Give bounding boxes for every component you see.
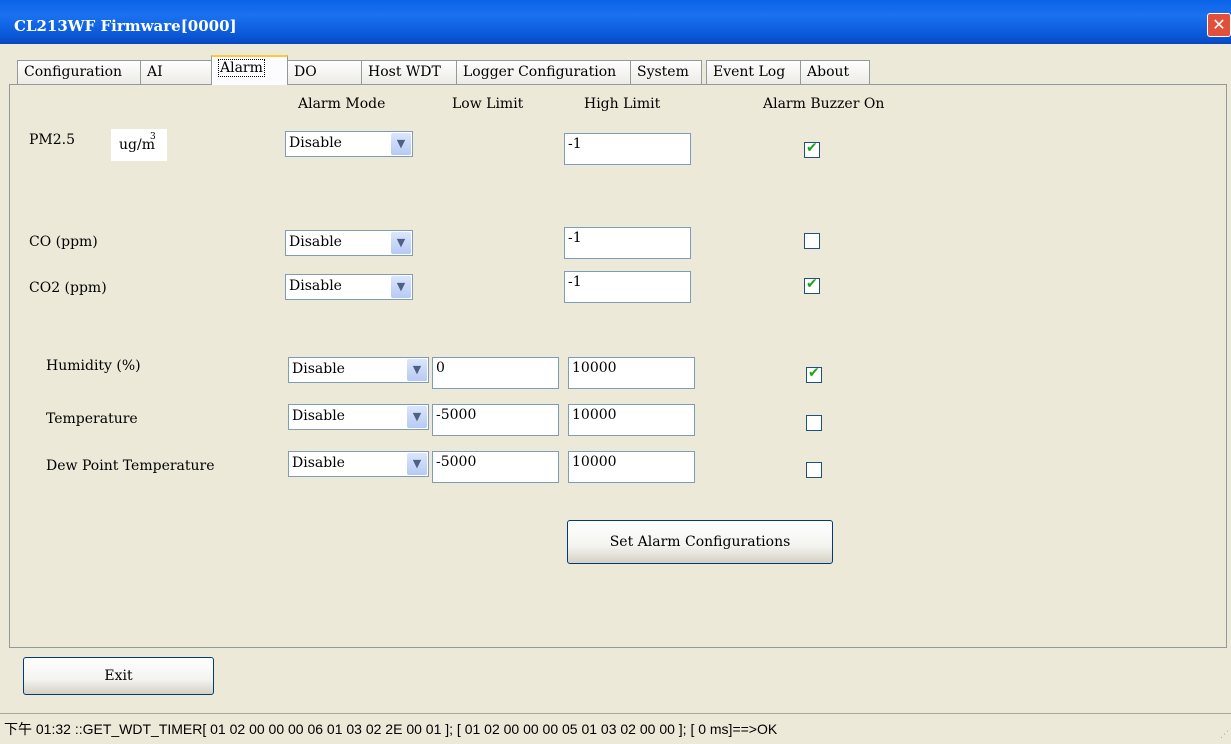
tab-label: Logger Configuration [463, 64, 617, 80]
unit-superscript: 3 [150, 132, 156, 142]
tab-do[interactable]: DO [287, 60, 362, 84]
buzzer-checkbox-co[interactable] [804, 233, 820, 249]
low-limit-input-dew-point[interactable]: -5000 [432, 451, 559, 483]
select-value: Disable [289, 135, 342, 151]
select-value: Disable [292, 455, 345, 471]
alarm-mode-select-dew-point[interactable]: Disable ▼ [288, 451, 429, 477]
tab-label: System [637, 64, 689, 80]
select-value: Disable [289, 278, 342, 294]
tab-label: About [807, 64, 850, 80]
row-label-co: CO (ppm) [29, 234, 98, 250]
set-alarm-configurations-button[interactable]: Set Alarm Configurations [567, 520, 833, 564]
row-label-co2: CO2 (ppm) [29, 280, 107, 296]
status-bar: 下午 01:32 ::GET_WDT_TIMER[ 01 02 00 00 00… [0, 713, 1231, 744]
low-limit-input-humidity[interactable]: 0 [432, 357, 559, 389]
select-value: Disable [289, 234, 342, 250]
row-label-temperature: Temperature [46, 411, 138, 427]
high-limit-input-co2[interactable]: -1 [564, 271, 691, 303]
tab-alarm[interactable]: Alarm [211, 55, 288, 85]
status-text: 下午 01:32 ::GET_WDT_TIMER[ 01 02 00 00 00… [4, 721, 778, 737]
tab-label: AI [147, 64, 163, 80]
window-title: CL213WF Firmware[0000] [14, 17, 237, 35]
low-limit-input-temperature[interactable]: -5000 [432, 404, 559, 436]
tab-logger-configuration[interactable]: Logger Configuration [456, 60, 631, 84]
high-limit-input-dew-point[interactable]: 10000 [568, 451, 695, 483]
row-label-humidity: Humidity (%) [46, 358, 141, 374]
header-alarm-buzzer: Alarm Buzzer On [763, 96, 885, 112]
tab-event-log[interactable]: Event Log [706, 60, 801, 84]
high-limit-input-co[interactable]: -1 [564, 227, 691, 259]
exit-button[interactable]: Exit [23, 657, 214, 695]
check-icon: ✔ [808, 365, 820, 381]
tab-about[interactable]: About [800, 60, 870, 84]
high-limit-input-pm25[interactable]: -1 [564, 133, 691, 165]
tab-label: Event Log [713, 64, 786, 80]
chevron-down-icon[interactable]: ▼ [391, 232, 411, 254]
tab-host-wdt[interactable]: Host WDT [361, 60, 457, 84]
tab-label: DO [294, 64, 317, 80]
buzzer-checkbox-humidity[interactable]: ✔ [806, 365, 822, 383]
close-button[interactable]: ✕ [1207, 13, 1231, 37]
buzzer-checkbox-pm25[interactable]: ✔ [804, 140, 820, 158]
row-label-dew-point: Dew Point Temperature [46, 458, 215, 474]
unit-ugm3-image: ug/m 3 [111, 129, 167, 161]
tab-label: Alarm [218, 59, 265, 77]
high-limit-input-temperature[interactable]: 10000 [568, 404, 695, 436]
buzzer-checkbox-dew-point[interactable] [806, 462, 822, 478]
alarm-mode-select-co2[interactable]: Disable ▼ [285, 274, 413, 300]
tab-ai[interactable]: AI [140, 60, 212, 84]
chevron-down-icon[interactable]: ▼ [407, 359, 427, 381]
select-value: Disable [292, 408, 345, 424]
alarm-mode-select-co[interactable]: Disable ▼ [285, 230, 413, 256]
title-bar: CL213WF Firmware[0000] ✕ [0, 0, 1231, 44]
resize-grip-icon[interactable]: ⋰ [1220, 730, 1229, 740]
header-high-limit: High Limit [584, 96, 661, 112]
check-icon: ✔ [806, 276, 818, 292]
chevron-down-icon[interactable]: ▼ [391, 276, 411, 298]
alarm-mode-select-humidity[interactable]: Disable ▼ [288, 357, 429, 383]
alarm-mode-select-pm25[interactable]: Disable ▼ [285, 131, 413, 157]
chevron-down-icon[interactable]: ▼ [407, 453, 427, 475]
alarm-mode-select-temperature[interactable]: Disable ▼ [288, 404, 429, 430]
check-icon: ✔ [806, 140, 818, 156]
buzzer-checkbox-temperature[interactable] [806, 415, 822, 431]
tab-configuration[interactable]: Configuration [17, 60, 141, 84]
header-low-limit: Low Limit [452, 96, 524, 112]
select-value: Disable [292, 361, 345, 377]
high-limit-input-humidity[interactable]: 10000 [568, 357, 695, 389]
chevron-down-icon[interactable]: ▼ [391, 133, 411, 155]
tab-system[interactable]: System [630, 60, 702, 84]
tab-label: Host WDT [368, 64, 441, 80]
row-label-pm25: PM2.5 [29, 132, 76, 148]
tab-label: Configuration [24, 64, 123, 80]
chevron-down-icon[interactable]: ▼ [407, 406, 427, 428]
close-icon: ✕ [1212, 15, 1226, 34]
header-alarm-mode: Alarm Mode [298, 96, 386, 112]
buzzer-checkbox-co2[interactable]: ✔ [804, 276, 820, 294]
